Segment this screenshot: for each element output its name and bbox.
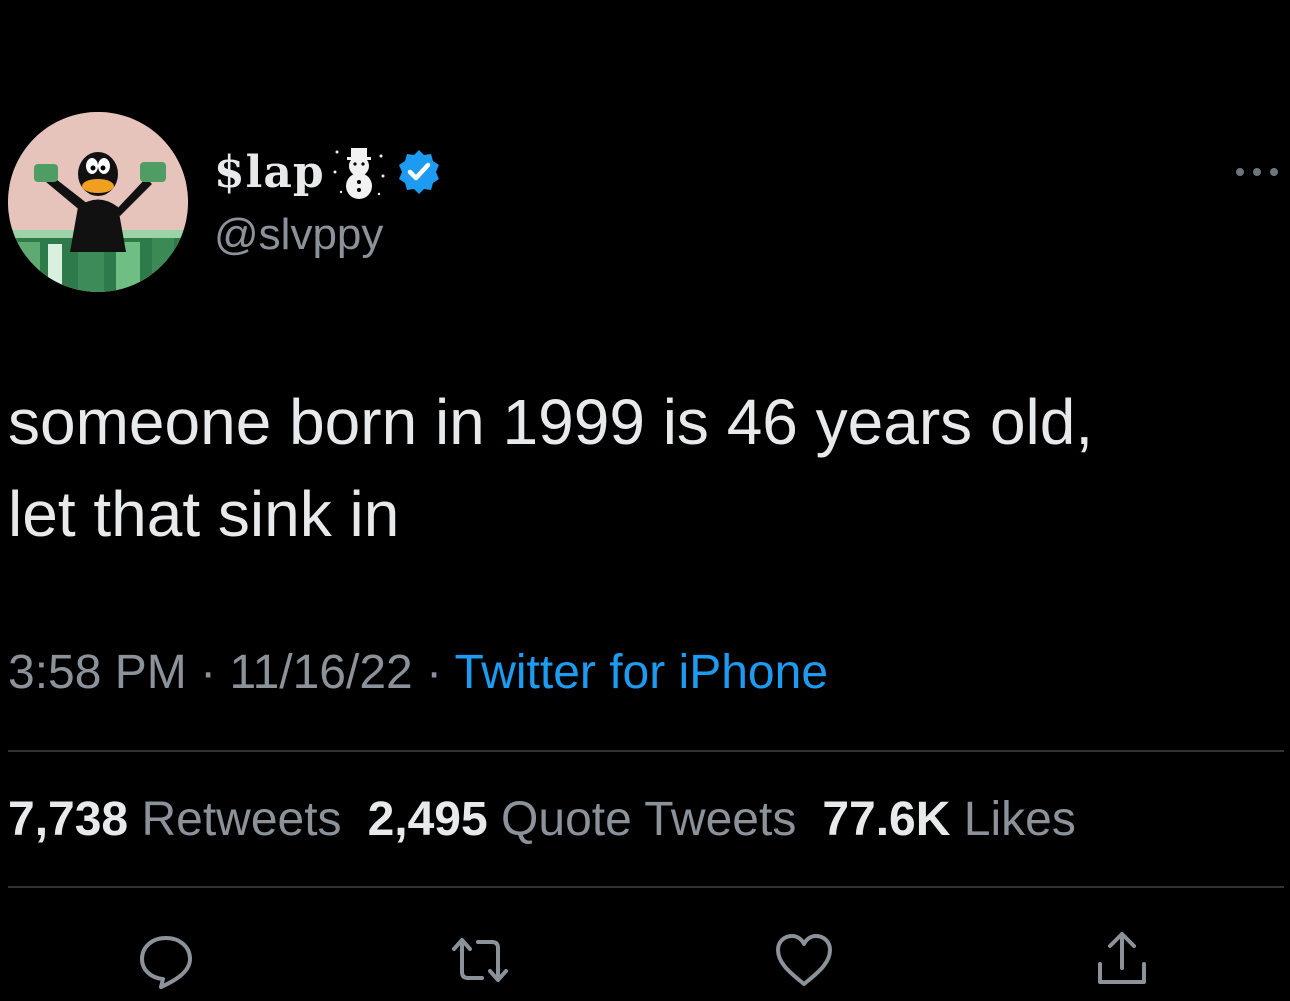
verified-badge-icon (398, 150, 439, 194)
like-button[interactable] (772, 928, 836, 992)
retweet-button[interactable] (448, 928, 512, 992)
share-icon (1098, 932, 1146, 984)
likes-count: 77.6K (822, 793, 951, 846)
tweet-text: someone born in 1999 is 46 years old, le… (8, 376, 1268, 560)
share-button[interactable] (1090, 928, 1154, 992)
divider (8, 750, 1284, 752)
retweets-stat[interactable]: 7,738 Retweets (8, 793, 342, 846)
display-name-text: $lap (214, 146, 325, 198)
retweets-label: Retweets (141, 793, 342, 846)
likes-label: Likes (963, 793, 1076, 846)
tweet-time[interactable]: 3:58 PM (8, 646, 187, 699)
retweet-icon (452, 938, 508, 982)
meta-separator: · (200, 646, 217, 699)
tweet-meta: 3:58 PM · 11/16/22 · Twitter for iPhone (8, 645, 828, 700)
tweet-text-line: someone born in 1999 is 46 years old, (8, 386, 1094, 458)
reply-icon (140, 936, 192, 989)
tweet: $lap @slvppy someone born in 1999 is 46 … (0, 0, 1290, 1001)
quote-tweets-count: 2,495 (367, 793, 488, 846)
tweet-stats: 7,738 Retweets 2,495 Quote Tweets 77.6K Li… (8, 792, 1076, 847)
snowman-icon (333, 148, 385, 199)
likes-stat[interactable]: 77.6K Likes (822, 793, 1076, 846)
quote-tweets-label: Quote Tweets (501, 793, 797, 846)
meta-separator: · (426, 646, 443, 699)
divider (8, 886, 1284, 888)
tweet-text-line: let that sink in (8, 478, 400, 550)
more-options-icon[interactable] (1232, 160, 1282, 184)
tweet-date[interactable]: 11/16/22 (229, 646, 412, 699)
like-icon (776, 934, 832, 986)
avatar[interactable] (8, 112, 188, 292)
reply-button[interactable] (134, 928, 198, 992)
retweets-count: 7,738 (8, 793, 129, 846)
user-handle[interactable]: @slvppy (214, 210, 383, 260)
daffy-duck-avatar-icon (8, 112, 188, 292)
tweet-source-link[interactable]: Twitter for iPhone (455, 646, 829, 699)
display-name[interactable]: $lap (214, 142, 443, 202)
quote-tweets-stat[interactable]: 2,495 Quote Tweets (368, 793, 797, 846)
